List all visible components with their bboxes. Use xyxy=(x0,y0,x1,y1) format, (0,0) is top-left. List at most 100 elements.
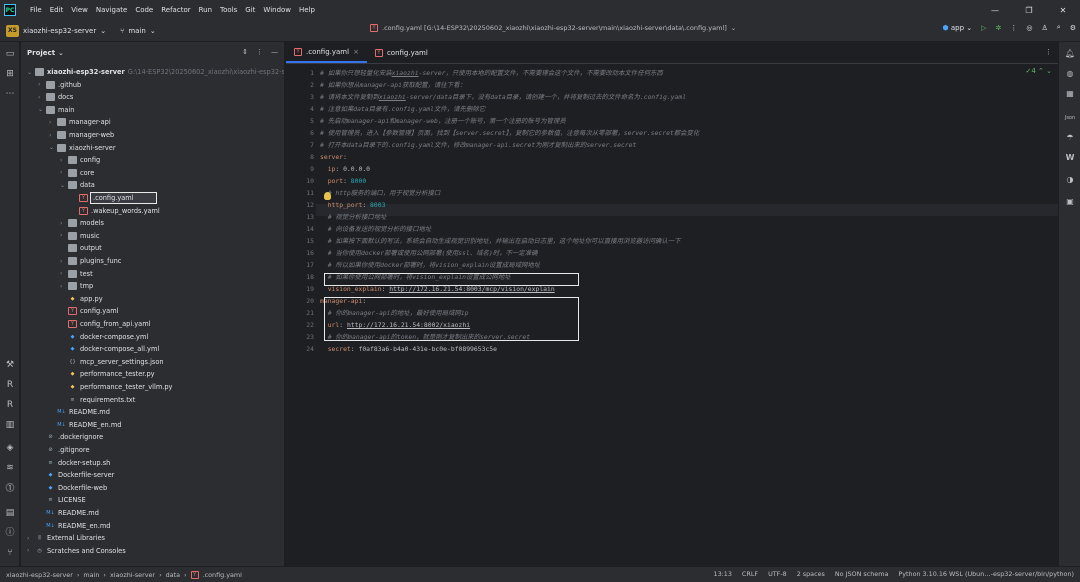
chevron-right-icon[interactable]: › xyxy=(60,157,68,164)
chevron-right-icon[interactable]: › xyxy=(60,270,68,277)
menu-item[interactable]: Run xyxy=(195,6,216,14)
editor-tab[interactable]: Y .config.yaml × xyxy=(286,42,367,63)
chevron-right-icon[interactable]: › xyxy=(60,258,68,265)
chevron-right-icon[interactable]: › xyxy=(49,132,57,139)
copilot-icon[interactable]: ◑ xyxy=(1063,174,1077,186)
tree-item[interactable]: › manager-web xyxy=(49,129,114,141)
code-line[interactable]: # 打开本data目录下的.config.yaml文件，修改manager-ap… xyxy=(320,139,636,151)
tree-item[interactable]: › music xyxy=(60,230,100,242)
editor-scrollbar[interactable] xyxy=(1053,64,1058,566)
code-line[interactable]: # 使用管理员，进入【参数管理】页面，找到【server.secret】，复制它… xyxy=(320,127,699,139)
tree-item[interactable]: ◆ app.py xyxy=(60,293,103,305)
tree-item[interactable]: ⌄ data xyxy=(60,179,95,191)
tree-item[interactable]: ≡ docker-setup.sh xyxy=(38,457,110,469)
menu-item[interactable]: Edit xyxy=(46,6,68,14)
chevron-right-icon[interactable]: › xyxy=(38,94,46,101)
database-icon[interactable]: ▥ xyxy=(4,419,16,431)
tree-item[interactable]: ⊘ .dockerignore xyxy=(38,431,103,443)
breadcrumb-item[interactable]: xiaozhi-esp32-server xyxy=(6,571,73,579)
tree-item[interactable]: Y .config.yaml xyxy=(71,192,157,204)
python-packages-icon[interactable]: ◈ xyxy=(4,442,16,454)
tree-item[interactable]: › test xyxy=(60,268,93,280)
code-line[interactable]: ip: 0.0.0.0 xyxy=(320,163,370,175)
structure-icon[interactable]: ▣ xyxy=(1063,196,1077,208)
run-icon[interactable]: ▷ xyxy=(981,24,986,32)
warning-icon[interactable]: ⓘ xyxy=(4,527,16,539)
w-plugin-icon[interactable]: W xyxy=(1063,152,1077,164)
settings-icon[interactable]: ⚙ xyxy=(1070,24,1076,32)
menu-item[interactable]: Git xyxy=(241,6,259,14)
chevron-right-icon[interactable]: › xyxy=(27,547,35,554)
chevron-right-icon[interactable]: › xyxy=(60,283,68,290)
project-panel-title[interactable]: Project xyxy=(27,49,55,57)
close-icon[interactable]: ✕ xyxy=(1046,0,1080,20)
problems-icon[interactable]: ⓵ xyxy=(4,483,16,495)
menu-item[interactable]: Refactor xyxy=(157,6,194,14)
code-line[interactable]: port: 8000 xyxy=(320,175,367,187)
code-line[interactable]: http_port: 8003 xyxy=(320,199,386,211)
tree-item[interactable]: ◆ Dockerfile-web xyxy=(38,482,108,494)
tree-item[interactable]: M↓ README.md xyxy=(38,507,99,519)
code-line[interactable]: # 当你使用docker部署或使用公网部署(使用ssl、域名)时，不一定准确 xyxy=(320,247,538,259)
close-icon[interactable]: × xyxy=(353,48,359,56)
search-icon[interactable]: ⌕ xyxy=(1057,23,1061,32)
code-editor[interactable]: 1 2 3 4 5 6 7 8 9 10 11 12 13 14 15 16 17 18 19 20 21 22 23 24 … xyxy=(286,64,1058,566)
tree-item[interactable]: M↓ README_en.md xyxy=(49,419,121,431)
tree-item[interactable]: › models xyxy=(60,217,104,229)
tree-item[interactable]: ⌄ xiaozhi-server xyxy=(49,142,116,154)
ai-chat-icon[interactable]: ◍ xyxy=(1063,68,1077,80)
breadcrumb-item[interactable]: .config.yaml xyxy=(203,571,242,579)
menu-item[interactable]: Help xyxy=(295,6,319,14)
branch-selector[interactable]: ⑂ main ⌄ xyxy=(120,27,156,35)
status-item[interactable]: No JSON schema xyxy=(835,570,888,578)
menu-item[interactable]: Tools xyxy=(216,6,241,14)
chevron-right-icon[interactable]: › xyxy=(60,220,68,227)
chevron-down-icon[interactable]: ⌄ xyxy=(49,144,57,151)
status-item[interactable]: CRLF xyxy=(742,570,758,578)
tree-item[interactable]: Yconfig.yaml xyxy=(60,305,118,317)
tree-item[interactable]: › core xyxy=(60,167,94,179)
tree-item[interactable]: M↓ README.md xyxy=(49,406,110,418)
code-line[interactable]: # 注意如果data目录有.config.yaml文件，请先删除它 xyxy=(320,103,485,115)
current-file-path[interactable]: Y .config.yaml [G:\14-ESP32\20250602_xia… xyxy=(370,24,736,32)
code-line[interactable]: server: xyxy=(320,151,347,163)
tree-item[interactable]: › config xyxy=(60,154,100,166)
chevron-right-icon[interactable]: › xyxy=(60,169,68,176)
tree-item[interactable]: ⊘ .gitignore xyxy=(38,444,89,456)
inspection-widget[interactable]: ✓4 ⌃ ⌄ xyxy=(1025,67,1052,75)
add-user-icon[interactable]: ♙ xyxy=(1042,24,1048,32)
chevron-right-icon[interactable]: › xyxy=(49,119,57,126)
code-line[interactable]: # 视觉分析接口地址 xyxy=(320,211,387,223)
menu-item[interactable]: Code xyxy=(131,6,157,14)
tree-item[interactable]: Yconfig_from_api.yaml xyxy=(60,318,150,330)
tree-item[interactable]: › ◷ Scratches and Consoles xyxy=(27,545,126,557)
coverage-icon[interactable]: ☂ xyxy=(1063,132,1077,144)
code-line[interactable]: # 请将本文件复制到xiaozhi-server/data目录下，没有data目… xyxy=(320,91,686,103)
menu-item[interactable]: Navigate xyxy=(92,6,131,14)
code-line[interactable]: # 向设备发送的视觉分析的接口地址 xyxy=(320,223,432,235)
notifications-icon[interactable]: 🔔︎ xyxy=(1063,48,1077,60)
chevron-right-icon[interactable]: › xyxy=(38,81,46,88)
tree-item[interactable]: Y .wakeup_words.yaml xyxy=(71,205,160,217)
chevron-right-icon[interactable]: › xyxy=(27,535,35,542)
status-item[interactable]: 2 spaces xyxy=(797,570,825,578)
breadcrumb-item[interactable]: xiaozhi-server xyxy=(110,571,155,579)
r-tools-icon[interactable]: R xyxy=(4,399,16,411)
tree-item[interactable]: ◆ Dockerfile-server xyxy=(38,469,115,481)
hide-icon[interactable]: — xyxy=(271,48,278,56)
terminal-icon[interactable]: ▤ xyxy=(4,507,16,519)
tree-item[interactable]: ≡ requirements.txt xyxy=(60,394,135,406)
breadcrumb-item[interactable]: main xyxy=(83,571,99,579)
tree-item[interactable]: › plugins_func xyxy=(60,255,121,267)
ai-assistant-icon[interactable]: ◎ xyxy=(1026,24,1032,32)
more-icon[interactable]: ⋮ xyxy=(256,48,263,56)
chevron-right-icon[interactable]: › xyxy=(60,232,68,239)
sciview-icon[interactable]: ▦ xyxy=(1063,88,1077,100)
maximize-icon[interactable]: ❐ xyxy=(1012,0,1046,20)
status-item[interactable]: 13:13 xyxy=(714,570,732,578)
services-icon[interactable]: ⚒ xyxy=(4,359,16,371)
chevron-down-icon[interactable]: ⌄ xyxy=(38,106,46,113)
debug-icon[interactable]: ✲ xyxy=(996,24,1002,32)
chevron-down-icon[interactable]: ⌄ xyxy=(58,49,64,57)
run-config-selector[interactable]: ⬢ app ⌄ xyxy=(943,24,973,32)
